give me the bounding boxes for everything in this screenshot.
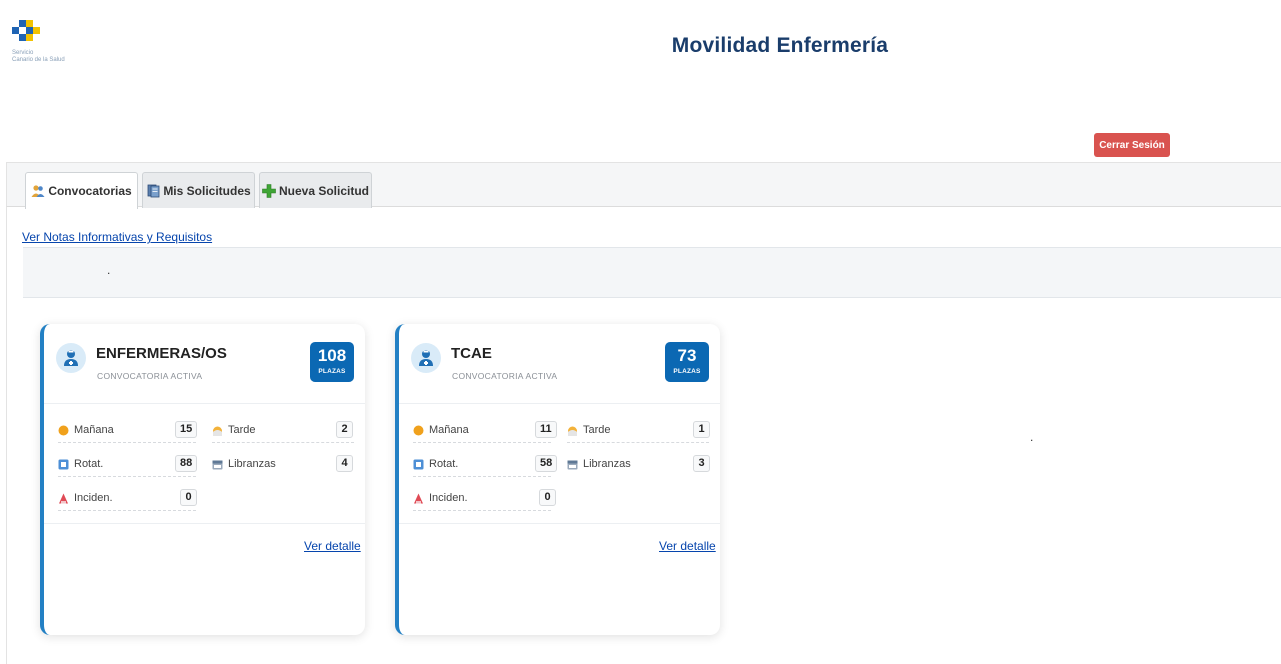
people-icon <box>31 184 45 198</box>
stat-libranzas: Libranzas <box>567 453 631 475</box>
convocatoria-card-tcae: TCAE CONVOCATORIA ACTIVA 73 PLAZAS Mañan… <box>395 324 720 635</box>
content-border <box>6 207 7 664</box>
count-inciden: 0 <box>180 489 197 506</box>
rotation-icon <box>413 459 424 470</box>
card-header: ENFERMERAS/OS CONVOCATORIA ACTIVA 108 PL… <box>44 324 365 404</box>
plazas-label: PLAZAS <box>673 368 701 375</box>
ver-detalle-link[interactable]: Ver detalle <box>304 539 361 553</box>
filter-band <box>23 247 1281 298</box>
count-libranzas: 4 <box>336 455 353 472</box>
sun-icon <box>413 425 424 436</box>
sunset-icon <box>567 425 578 436</box>
tab-label: Nueva Solicitud <box>278 183 370 198</box>
tab-bar: Convocatorias Mis Solicitudes Nueva Soli… <box>6 162 1281 209</box>
tab-convocatorias[interactable]: Convocatorias <box>25 172 138 209</box>
tab-nueva-solicitud[interactable]: Nueva Solicitud <box>259 172 372 208</box>
nurse-avatar-icon <box>56 343 86 373</box>
card-status: CONVOCATORIA ACTIVA <box>452 371 558 381</box>
count-inciden: 0 <box>539 489 556 506</box>
stat-inciden: Inciden. <box>413 487 468 509</box>
count-manana: 15 <box>175 421 198 438</box>
tab-mis-solicitudes[interactable]: Mis Solicitudes <box>142 172 255 208</box>
plazas-count: 73 <box>677 346 697 365</box>
stray-dot: . <box>107 263 111 277</box>
page-title: Movilidad Enfermería <box>671 34 889 57</box>
stat-tarde: Tarde <box>212 419 256 441</box>
count-rotat: 58 <box>535 455 558 472</box>
plazas-label: PLAZAS <box>318 368 346 375</box>
count-rotat: 88 <box>175 455 198 472</box>
stat-rotat: Rotat. <box>413 453 458 475</box>
sunset-icon <box>212 425 223 436</box>
rotation-icon <box>58 459 69 470</box>
alert-icon <box>58 493 69 504</box>
stat-manana: Mañana <box>58 419 114 441</box>
stat-manana: Mañana <box>413 419 469 441</box>
card-title: ENFERMERAS/OS <box>96 345 227 362</box>
documents-icon <box>146 184 160 198</box>
convocatoria-card-enfermeras: ENFERMERAS/OS CONVOCATORIA ACTIVA 108 PL… <box>40 324 365 635</box>
calendar-icon <box>567 459 578 470</box>
green-plus-icon <box>262 183 276 198</box>
tab-label: Convocatorias <box>48 184 132 198</box>
logout-button[interactable]: Cerrar Sesión <box>1094 133 1170 157</box>
plazas-badge: 108 PLAZAS <box>310 342 354 382</box>
card-header: TCAE CONVOCATORIA ACTIVA 73 PLAZAS <box>399 324 720 404</box>
stat-inciden: Inciden. <box>58 487 113 509</box>
stat-tarde: Tarde <box>567 419 611 441</box>
plazas-count: 108 <box>317 346 347 365</box>
ver-detalle-link[interactable]: Ver detalle <box>659 539 716 553</box>
app-header: Servicio Canario de la Salud Movilidad E… <box>0 0 1281 162</box>
nurse-avatar-icon <box>411 343 441 373</box>
notes-requirements-link[interactable]: Ver Notas Informativas y Requisitos <box>22 230 212 244</box>
stat-libranzas: Libranzas <box>212 453 276 475</box>
count-tarde: 1 <box>693 421 710 438</box>
sun-icon <box>58 425 69 436</box>
plazas-badge: 73 PLAZAS <box>665 342 709 382</box>
stat-rotat: Rotat. <box>58 453 103 475</box>
count-tarde: 2 <box>336 421 353 438</box>
count-manana: 11 <box>535 421 557 438</box>
stray-dot: . <box>1030 430 1034 444</box>
card-title: TCAE <box>451 345 492 362</box>
calendar-icon <box>212 459 223 470</box>
tab-label: Mis Solicitudes <box>163 183 251 198</box>
card-status: CONVOCATORIA ACTIVA <box>97 371 203 381</box>
count-libranzas: 3 <box>693 455 710 472</box>
alert-icon <box>413 493 424 504</box>
